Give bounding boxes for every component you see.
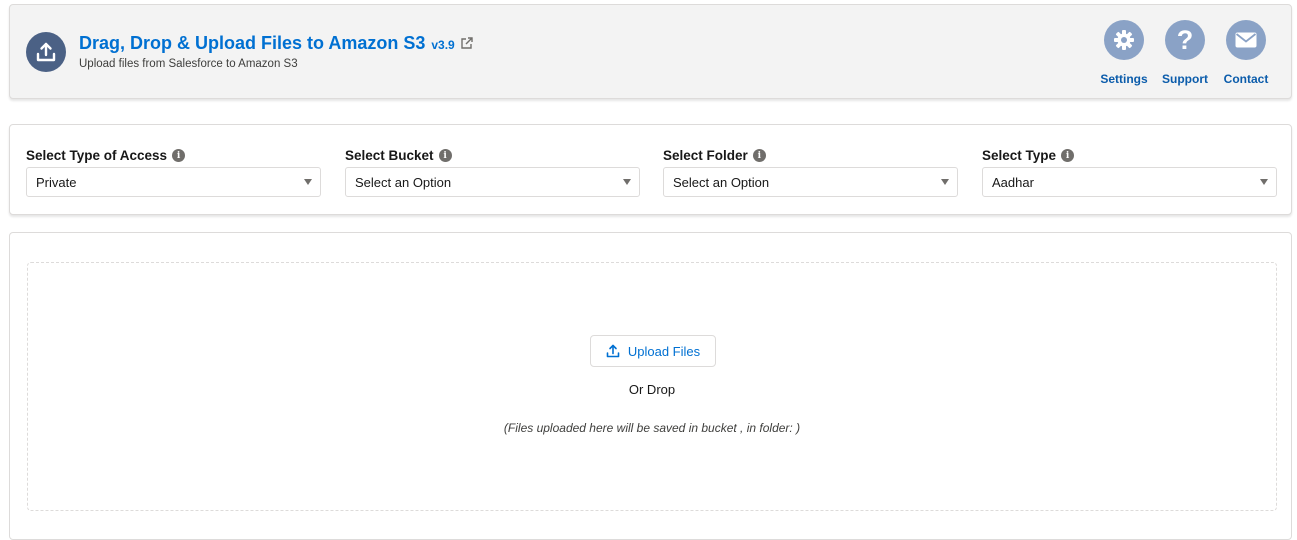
contact-label[interactable]: Contact bbox=[1224, 72, 1269, 86]
folder-label: Select Folder i bbox=[663, 147, 958, 164]
access-type-label-text: Select Type of Access bbox=[26, 148, 168, 163]
chevron-down-icon bbox=[304, 179, 312, 185]
info-icon[interactable]: i bbox=[438, 149, 452, 162]
access-type-label: Select Type of Access i bbox=[26, 147, 321, 164]
bucket-field: Select Bucket i Select an Option bbox=[345, 147, 640, 197]
app-subtitle: Upload files from Salesforce to Amazon S… bbox=[79, 58, 298, 70]
type-value: Aadhar bbox=[992, 174, 1034, 190]
info-icon[interactable]: i bbox=[752, 149, 766, 162]
bucket-value: Select an Option bbox=[355, 174, 452, 190]
upload-card: Upload Files Or Drop (Files uploaded her… bbox=[9, 232, 1292, 540]
folder-label-text: Select Folder bbox=[663, 148, 748, 163]
or-drop-text: Or Drop bbox=[628, 382, 676, 397]
type-label: Select Type i bbox=[982, 147, 1277, 164]
type-field: Select Type i Aadhar bbox=[982, 147, 1277, 197]
chevron-down-icon bbox=[623, 179, 631, 185]
info-icon[interactable]: i bbox=[172, 149, 186, 162]
bucket-label-text: Select Bucket bbox=[345, 148, 434, 163]
app-title[interactable]: Drag, Drop & Upload Files to Amazon S3 bbox=[79, 33, 425, 54]
bucket-select[interactable]: Select an Option bbox=[345, 167, 640, 197]
folder-value: Select an Option bbox=[673, 174, 770, 190]
settings-label[interactable]: Settings bbox=[1100, 72, 1147, 86]
upload-icon bbox=[606, 344, 620, 358]
type-select[interactable]: Aadhar bbox=[982, 167, 1277, 197]
settings-button[interactable]: Settings bbox=[1094, 20, 1154, 86]
upload-icon bbox=[26, 32, 66, 72]
bucket-label: Select Bucket i bbox=[345, 147, 640, 164]
upload-files-button[interactable]: Upload Files bbox=[590, 335, 716, 367]
question-icon[interactable]: ? bbox=[1165, 20, 1205, 60]
upload-files-label: Upload Files bbox=[627, 343, 701, 359]
access-type-value: Private bbox=[36, 174, 77, 190]
access-type-select[interactable]: Private bbox=[26, 167, 321, 197]
title-row: Drag, Drop & Upload Files to Amazon S3 v… bbox=[79, 33, 473, 54]
gear-icon[interactable] bbox=[1104, 20, 1144, 60]
info-icon[interactable]: i bbox=[1061, 149, 1075, 162]
app-version: v3.9 bbox=[431, 38, 455, 52]
support-button[interactable]: ? Support bbox=[1155, 20, 1215, 86]
chevron-down-icon bbox=[941, 179, 949, 185]
mail-icon[interactable] bbox=[1226, 20, 1266, 60]
file-dropzone[interactable]: Upload Files Or Drop (Files uploaded her… bbox=[27, 262, 1277, 511]
access-type-field: Select Type of Access i Private bbox=[26, 147, 321, 197]
support-label[interactable]: Support bbox=[1162, 72, 1208, 86]
chevron-down-icon bbox=[1260, 179, 1268, 185]
external-link-icon[interactable] bbox=[460, 37, 473, 55]
contact-button[interactable]: Contact bbox=[1216, 20, 1276, 86]
folder-field: Select Folder i Select an Option bbox=[663, 147, 958, 197]
upload-destination-note: (Files uploaded here will be saved in bu… bbox=[503, 421, 801, 435]
folder-select[interactable]: Select an Option bbox=[663, 167, 958, 197]
app-header: Drag, Drop & Upload Files to Amazon S3 v… bbox=[9, 4, 1292, 99]
type-label-text: Select Type bbox=[982, 148, 1057, 163]
filter-panel: Select Type of Access i Private Select B… bbox=[9, 124, 1292, 215]
